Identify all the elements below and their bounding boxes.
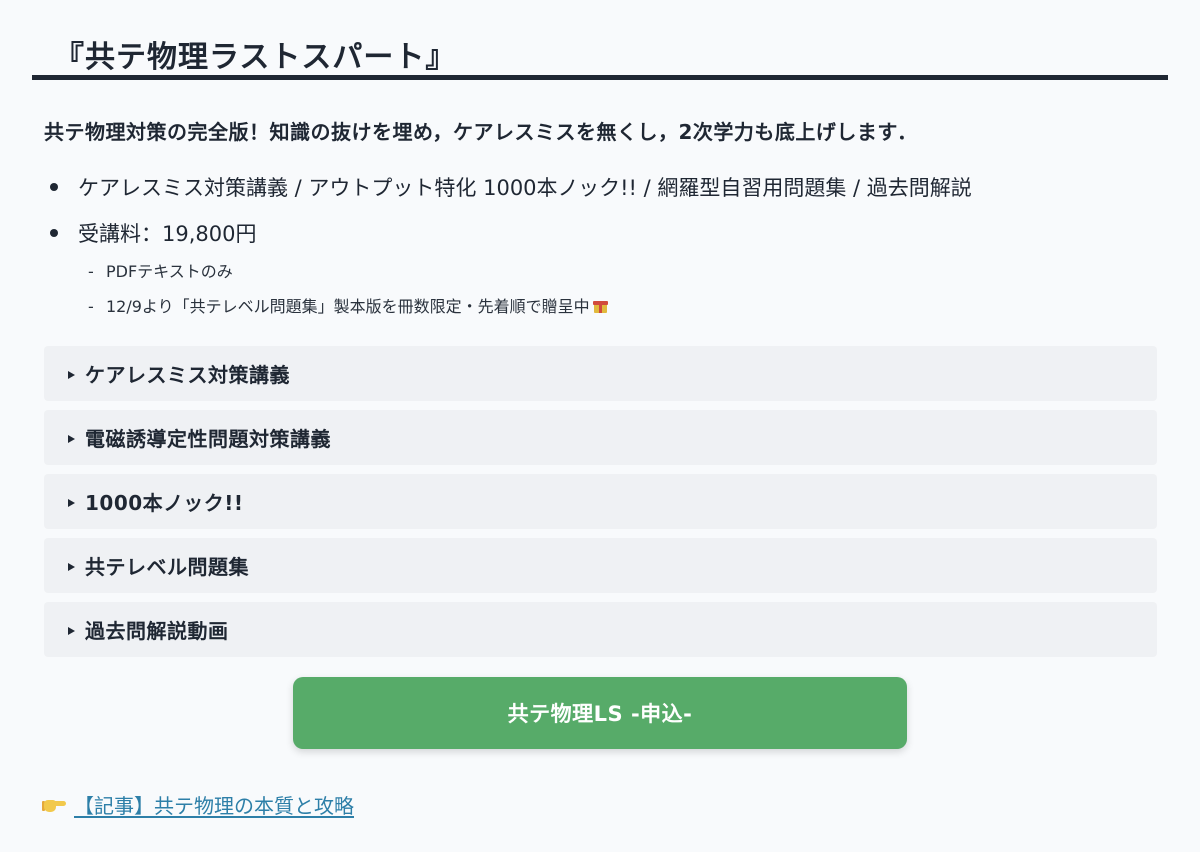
price-text: 受講料：19,800円 — [78, 222, 257, 246]
triangle-right-icon — [68, 498, 75, 507]
triangle-right-icon — [68, 562, 75, 571]
accordion-1000-knock[interactable]: 1000本ノック!! — [44, 474, 1157, 529]
triangle-right-icon — [68, 434, 75, 443]
accordion-label: 共テレベル問題集 — [85, 555, 249, 579]
accordion-label: 電磁誘導定性問題対策講義 — [85, 427, 331, 451]
accordion-problem-set[interactable]: 共テレベル問題集 — [44, 538, 1157, 593]
list-item: 受講料：19,800円 — [44, 216, 972, 262]
list-item-text: 12/9より「共テレベル問題集」製本版を冊数限定・先着順で贈呈中 — [106, 297, 590, 316]
accordion-electromagnetic-induction[interactable]: 電磁誘導定性問題対策講義 — [44, 410, 1157, 465]
list-item: ケアレスミス対策講義 / アウトプット特化 1000本ノック!! / 網羅型自習… — [44, 170, 972, 216]
accordion-label: 1000本ノック!! — [85, 491, 244, 515]
feature-list: ケアレスミス対策講義 / アウトプット特化 1000本ノック!! / 網羅型自習… — [44, 170, 972, 262]
accordion-past-exam-videos[interactable]: 過去問解説動画 — [44, 602, 1157, 657]
triangle-right-icon — [68, 626, 75, 635]
page-title: 『共テ物理ラストスパート』 — [54, 40, 457, 75]
bullet-dot-icon — [50, 229, 58, 237]
article-link-row: 【記事】共テ物理の本質と攻略 — [42, 790, 354, 819]
dash-marker: - — [88, 297, 94, 316]
list-item: - PDFテキストのみ — [88, 258, 608, 293]
bullet-dot-icon — [50, 183, 58, 191]
page-header: 『共テ物理ラストスパート』 — [32, 22, 1168, 80]
lead-text: 共テ物理対策の完全版！知識の抜けを埋め，ケアレスミスを無くし，2次学力も底上げし… — [44, 120, 918, 144]
accordion-label: 過去問解説動画 — [85, 619, 229, 643]
pointing-hand-icon — [42, 797, 66, 813]
accordion-label: ケアレスミス対策講義 — [85, 363, 290, 387]
list-item-text: ケアレスミス対策講義 / アウトプット特化 1000本ノック!! / 網羅型自習… — [78, 176, 972, 200]
price-details-list: - PDFテキストのみ -12/9より「共テレベル問題集」製本版を冊数限定・先着順… — [88, 258, 608, 328]
triangle-right-icon — [68, 370, 75, 379]
apply-button[interactable]: 共テ物理LS -申込- — [293, 677, 907, 749]
list-item: -12/9より「共テレベル問題集」製本版を冊数限定・先着順で贈呈中 — [88, 293, 608, 328]
list-item-text: PDFテキストのみ — [106, 262, 233, 281]
accordion-list: ケアレスミス対策講義 電磁誘導定性問題対策講義 1000本ノック!! 共テレベル… — [44, 346, 1157, 666]
accordion-careless-mistakes[interactable]: ケアレスミス対策講義 — [44, 346, 1157, 401]
article-link[interactable]: 【記事】共テ物理の本質と攻略 — [74, 790, 354, 819]
gift-icon — [592, 298, 608, 313]
dash-marker: - — [88, 262, 94, 281]
